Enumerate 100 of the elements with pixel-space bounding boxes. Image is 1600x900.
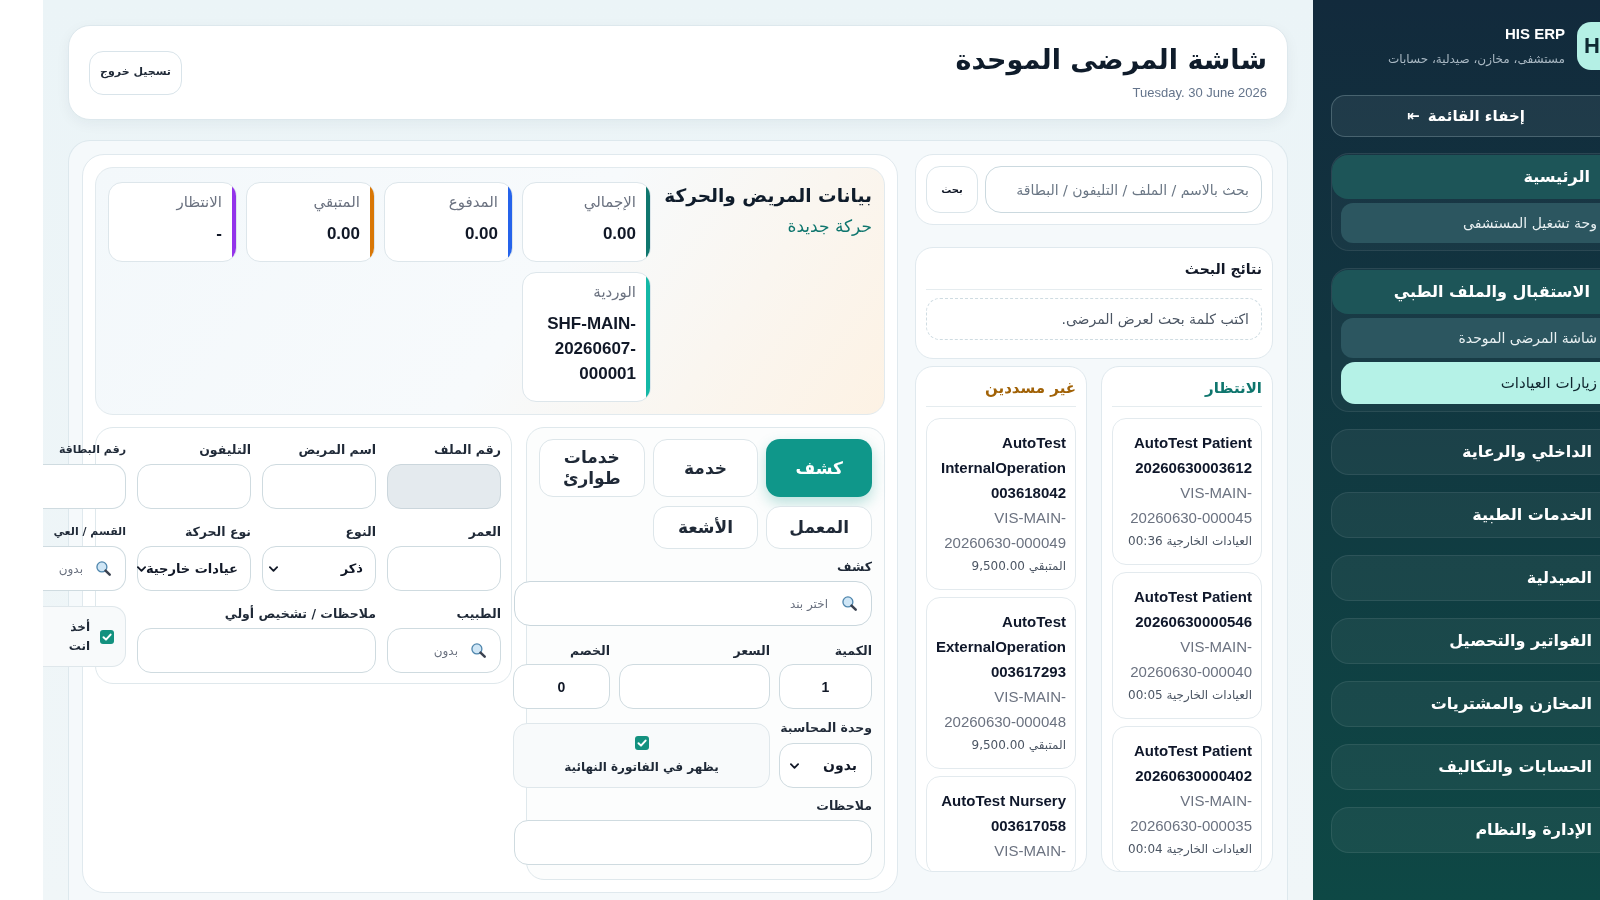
- nav-section-button[interactable]: الفواتير والتحصيل: [1331, 618, 1600, 664]
- stat-value: 0.00: [326, 223, 360, 245]
- field-label: رقم البطاقة: [57, 442, 126, 458]
- brand-name: HIS ERP: [1505, 25, 1565, 43]
- field-label: اسم المريض: [297, 442, 376, 458]
- nav-section-button[interactable]: الرئيسية: [1332, 155, 1600, 199]
- field-label: الكمية: [833, 643, 872, 659]
- field-label: كشف: [836, 559, 872, 575]
- collapse-arrow-icon: ⇤: [1407, 108, 1420, 124]
- hide-menu-button[interactable]: إخفاء القائمة ⇤: [1331, 95, 1600, 137]
- field-label: النوع: [344, 524, 376, 540]
- search-icon: [96, 561, 111, 576]
- nav-section-button[interactable]: الصيدلية: [1331, 555, 1600, 601]
- checkbox-label: يظهر في الفاتورة النهائية: [564, 759, 719, 775]
- field-label: رقم الملف: [433, 442, 501, 458]
- chevron-down-icon: [269, 565, 278, 572]
- field-label: الطبيب: [455, 606, 501, 622]
- field-label: السعر: [732, 643, 770, 659]
- patient-name: AutoTest Patient 20260630003612: [1132, 433, 1252, 478]
- text-field[interactable]: [387, 546, 501, 591]
- search-results-title: نتائج البحث: [1183, 260, 1262, 279]
- visit-number: VIS-MAIN-20260630-000035: [1129, 791, 1252, 836]
- checkbox-label: أخذ انت: [68, 618, 90, 655]
- visit-number: VIS-MAIN-20260630-000040: [1129, 637, 1252, 682]
- queue-title: غير مسددين: [984, 378, 1076, 398]
- price-field[interactable]: [619, 664, 770, 709]
- search-button[interactable]: بحث: [926, 166, 978, 213]
- nav-subitem[interactable]: شاشة المرضى الموحدة: [1341, 318, 1600, 358]
- nav-section-button[interactable]: الداخلي والرعاية: [1331, 429, 1600, 475]
- lookup-field[interactable]: بدون: [387, 628, 501, 673]
- brand-tagline: مستشفى، مخازن، صيدلية، حسابات: [1388, 51, 1565, 67]
- lookup-field[interactable]: بدون: [43, 546, 126, 591]
- stat-label: الانتظار: [176, 192, 222, 212]
- chevron-down-icon: [136, 565, 146, 572]
- service-tab[interactable]: خدمات طوارئ: [539, 439, 645, 497]
- visit-detail: العيادات الخارجية 00:36: [1127, 533, 1252, 550]
- field-label: ملاحظات: [815, 798, 872, 814]
- panel-title: بيانات المريض والحركة: [664, 184, 872, 209]
- field-label: ملاحظات / تشخيص أولي: [223, 606, 376, 622]
- field-label: القسم / العي: [52, 524, 126, 540]
- text-field[interactable]: [137, 464, 251, 509]
- notes-field[interactable]: [137, 628, 376, 673]
- service-tab[interactable]: كشف: [766, 439, 872, 497]
- checkbox[interactable]: [100, 629, 114, 644]
- nav-section-button[interactable]: الحسابات والتكاليف: [1331, 744, 1600, 790]
- nav-section-button[interactable]: الإدارة والنظام: [1331, 807, 1600, 853]
- queue-title: الانتظار: [1203, 378, 1262, 398]
- nav-subitem[interactable]: زيارات العيادات: [1341, 362, 1600, 404]
- visit-number: VIS-MAIN-: [993, 841, 1066, 861]
- visit-detail: المتبقي 9,500.00: [970, 558, 1066, 575]
- stat-value: 0.00: [464, 223, 498, 245]
- visit-detail: العيادات الخارجية 00:05: [1127, 687, 1252, 704]
- patient-name: AutoTest Patient 20260630000546: [1132, 587, 1252, 632]
- field-label: وحدة المحاسبة: [779, 720, 872, 736]
- stat-value: SHF-MAIN-20260607-000001: [546, 313, 636, 385]
- service-tab[interactable]: المعمل: [766, 506, 872, 549]
- stat-label: المتبقي: [313, 192, 360, 212]
- page-date: Tuesday. 30 June 2026: [1132, 84, 1267, 102]
- stat-label: المدفوع: [448, 192, 498, 212]
- text-field[interactable]: [262, 464, 376, 509]
- nav-section-button[interactable]: الخدمات الطبية: [1331, 492, 1600, 538]
- patient-name: AutoTest ExternalOperation 003617293: [934, 612, 1066, 682]
- field-label: الخصم: [568, 643, 610, 659]
- text-field[interactable]: [43, 464, 126, 509]
- patient-name: AutoTest InternalOperation 003618042: [939, 433, 1066, 503]
- chevron-down-icon: [790, 762, 799, 769]
- search-field[interactable]: بحث بالاسم / الملف / التليفون / البطاقة: [985, 166, 1262, 213]
- visit-detail: العيادات الخارجية 00:04: [1127, 841, 1252, 858]
- stat-label: الوردية: [593, 282, 636, 302]
- discount-field[interactable]: 0: [513, 664, 610, 709]
- service-tab[interactable]: الأشعة: [652, 506, 759, 549]
- patient-name: AutoTest Nursery 003617058: [940, 791, 1066, 836]
- page-title: شاشة المرضى الموحدة: [955, 43, 1267, 77]
- field-label: العمر: [467, 524, 501, 540]
- field-label: التليفون: [198, 442, 251, 458]
- select-field[interactable]: ذكر: [262, 546, 376, 591]
- queue-item[interactable]: AutoTest Nursery 003617058 VIS-MAIN-: [926, 776, 1076, 871]
- visit-number: VIS-MAIN-20260630-000049: [943, 508, 1066, 553]
- visit-detail: المتبقي 9,500.00: [970, 737, 1066, 754]
- empty-results-message: اكتب كلمة بحث لعرض المرضى.: [926, 298, 1262, 340]
- service-tab[interactable]: خدمة: [652, 439, 759, 497]
- logout-button[interactable]: تسجيل خروج: [89, 50, 182, 95]
- search-icon: [842, 596, 857, 611]
- logo: H: [1577, 22, 1600, 70]
- quantity-field[interactable]: 1: [779, 664, 872, 709]
- item-search-field[interactable]: اختر بند: [514, 581, 872, 626]
- select-field[interactable]: عيادات خارجية: [137, 546, 251, 591]
- stat-value: -: [216, 223, 222, 245]
- nav-section-button[interactable]: الاستقبال والملف الطبي: [1332, 270, 1600, 314]
- nav-subitem[interactable]: وحة تشغيل المستشفى: [1341, 203, 1600, 243]
- patient-name: AutoTest Patient 20260630000402: [1132, 741, 1252, 786]
- visit-number: VIS-MAIN-20260630-000048: [943, 687, 1066, 732]
- stat-label: الإجمالي: [583, 192, 636, 212]
- field-label: نوع الحركة: [183, 524, 251, 540]
- notes-field[interactable]: [514, 820, 872, 865]
- visit-number: VIS-MAIN-20260630-000045: [1129, 483, 1252, 528]
- search-icon: [471, 643, 486, 658]
- nav-section-button[interactable]: المخازن والمشتريات: [1331, 681, 1600, 727]
- select-field[interactable]: بدون: [779, 743, 872, 788]
- checkbox[interactable]: [634, 736, 649, 750]
